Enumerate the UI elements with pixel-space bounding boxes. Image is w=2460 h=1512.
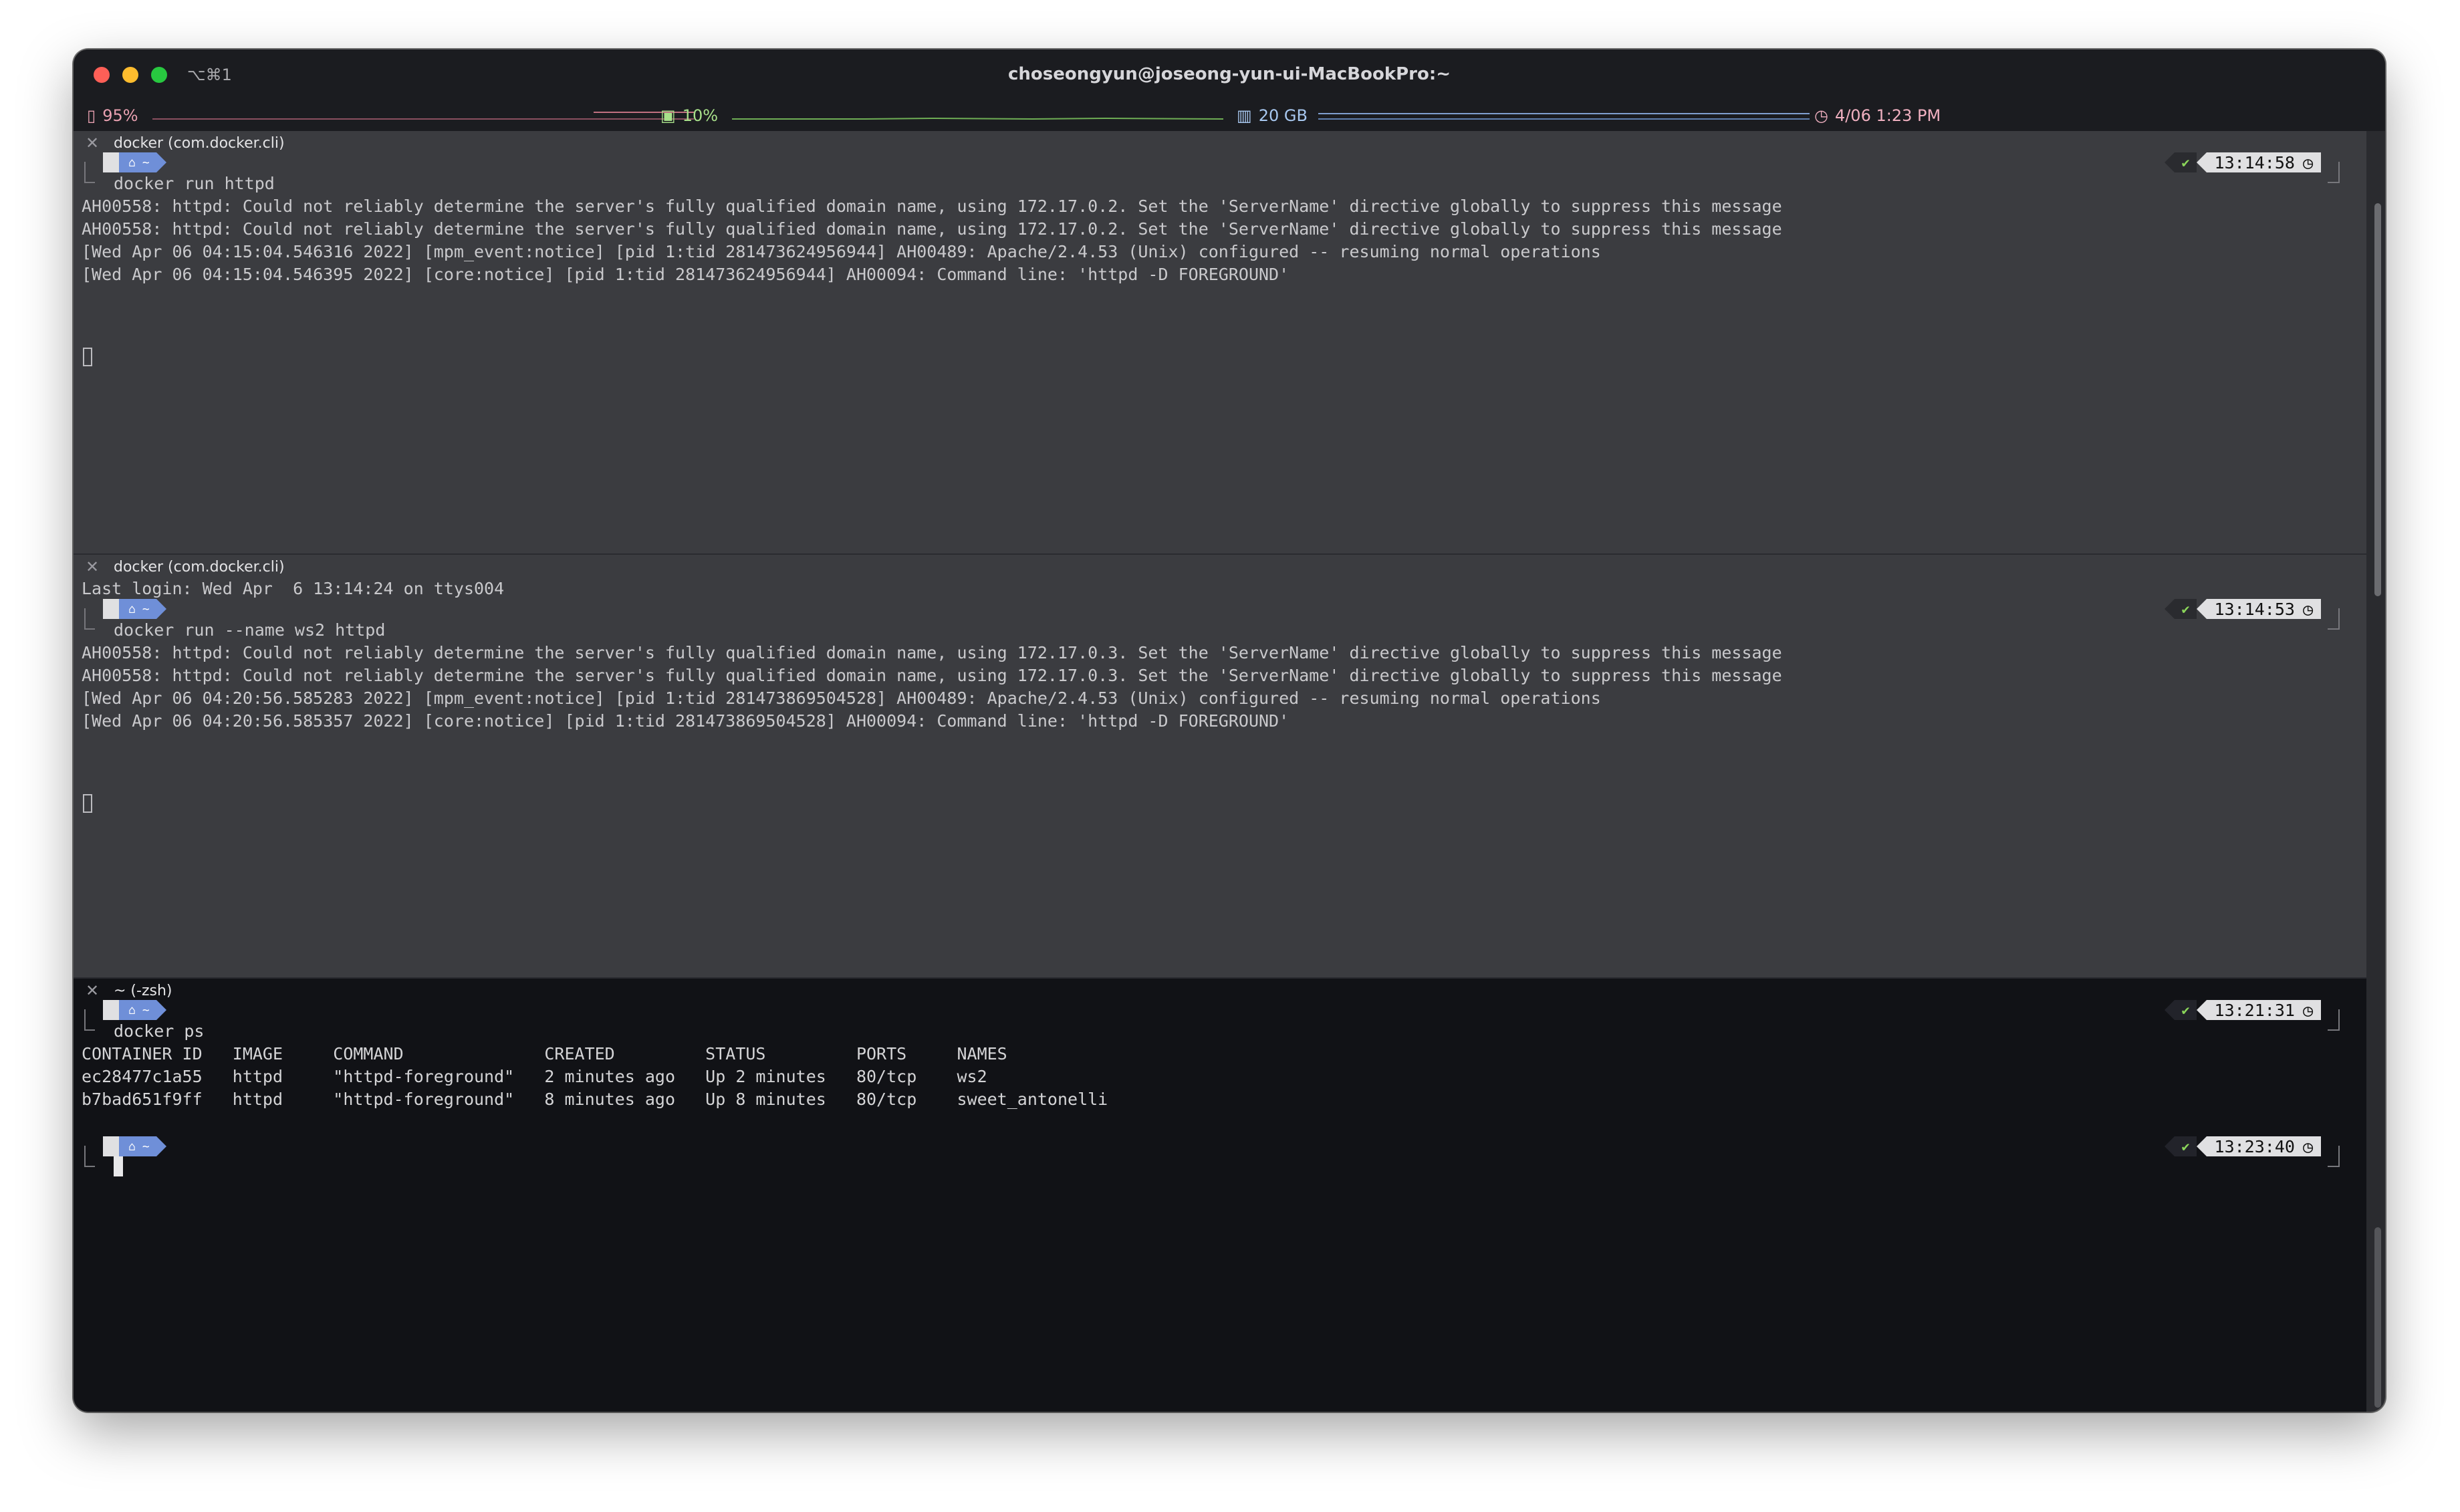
memory-value: 20 GB [1258,106,1308,125]
pane-2[interactable]: ✕ docker (com.docker.cli) ··· Last login… [74,555,2366,977]
clock-icon: ◷ [2302,1136,2313,1156]
prompt-segment: ⌂ ~ [103,599,166,619]
apple-icon [103,1000,119,1020]
terminal-window: ⌥⌘1 choseongyun@joseong-yun-ui-MacBookPr… [74,49,2385,1412]
clock-icon: ◷ [2302,599,2313,619]
right-prompt: ✔ 13:21:31 ◷ [2165,1000,2321,1020]
table-row: b7bad651f9ff httpd "httpd-foreground" 8 … [82,1090,1108,1109]
close-pane-icon[interactable]: ✕ [86,557,99,576]
clock-icon: ◷ [2302,1000,2313,1020]
right-prompt: ✔ 13:14:58 ◷ [2165,152,2321,172]
table-header-row: CONTAINER ID IMAGE COMMAND CREATED STATU… [82,1044,1007,1063]
success-check-icon: ✔ [2175,599,2197,619]
memory-status: ▥ 20 GB [1237,106,1308,126]
memory-graph [1318,113,1810,120]
output-line: AH00558: httpd: Could not reliably deter… [82,643,1782,662]
output-line: [Wed Apr 06 04:15:04.546316 2022] [mpm_e… [82,242,1601,261]
terminal-cursor [83,794,92,813]
close-pane-icon[interactable]: ✕ [86,981,99,1000]
segment-arrow [156,1000,166,1020]
cpu-status: ▣ 10% [660,106,718,126]
dir-label: ~ [142,155,150,170]
apple-icon [103,152,119,172]
pane-3-scrollbar[interactable] [2374,1227,2381,1408]
table-row: ec28477c1a55 httpd "httpd-foreground" 2 … [82,1067,987,1086]
home-dir-segment: ⌂ ~ [119,1136,156,1156]
prompt-bracket [84,1009,95,1031]
prompt-time: 13:14:53 ◷ [2206,599,2321,619]
prompt-time: 13:14:58 ◷ [2206,152,2321,172]
prompt-bracket [84,608,95,630]
output-line: AH00558: httpd: Could not reliably deter… [82,219,1782,239]
success-check-icon: ✔ [2175,152,2197,172]
output-line: [Wed Apr 06 04:20:56.585357 2022] [core:… [82,711,1289,731]
home-icon: ⌂ [128,602,136,616]
pane-title: docker (com.docker.cli) [114,559,285,576]
prompt-segment: ⌂ ~ [103,1136,166,1156]
right-prompt: ✔ 13:23:40 ◷ [2165,1136,2321,1156]
datetime-status: ◷ 4/06 1:23 PM [1814,106,1941,126]
pane-header: ✕ ~ (-zsh) ··· [74,979,2366,1003]
pane-3[interactable]: ✕ ~ (-zsh) ··· ⌂ ~ ✔ 13:21:31 ◷ docker p… [74,979,2366,1412]
command-line: docker run httpd [114,174,275,193]
battery-graph [152,112,694,120]
output-line: [Wed Apr 06 04:15:04.546395 2022] [core:… [82,265,1289,284]
home-dir-segment: ⌂ ~ [119,599,156,619]
pane-1-scrollbar[interactable] [2374,203,2381,596]
last-login-line: Last login: Wed Apr 6 13:14:24 on ttys00… [82,579,505,598]
prompt-bracket [84,162,95,183]
memory-icon: ▥ [1237,106,1252,125]
success-check-icon: ✔ [2175,1000,2197,1020]
apple-icon [103,599,119,619]
cpu-graph [732,117,1223,120]
title-bar: ⌥⌘1 choseongyun@joseong-yun-ui-MacBookPr… [74,49,2385,131]
dir-label: ~ [142,1139,150,1154]
close-pane-icon[interactable]: ✕ [86,134,99,152]
prompt-bracket [84,1146,95,1167]
battery-icon: ▯ [87,106,96,125]
window-title: choseongyun@joseong-yun-ui-MacBookPro:~ [1007,64,1451,84]
clock-icon: ◷ [2302,152,2313,172]
home-icon: ⌂ [128,1003,136,1017]
battery-value: 95% [102,106,138,125]
pane-header: ✕ docker (com.docker.cli) ··· [74,131,2366,155]
home-dir-segment: ⌂ ~ [119,152,156,172]
output-line: AH00558: httpd: Could not reliably deter… [82,666,1782,685]
output-line: [Wed Apr 06 04:20:56.585283 2022] [mpm_e… [82,688,1601,708]
output-line: AH00558: httpd: Could not reliably deter… [82,197,1782,216]
home-icon: ⌂ [128,155,136,170]
terminal-cursor [114,1156,123,1176]
command-line: docker run --name ws2 httpd [114,620,386,640]
prompt-segment: ⌂ ~ [103,1000,166,1020]
pane-title: ~ (-zsh) [114,983,172,999]
success-check-icon: ✔ [2175,1136,2197,1156]
prompt-time: 13:21:31 ◷ [2206,1000,2321,1020]
segment-arrow [156,1136,166,1156]
home-icon: ⌂ [128,1139,136,1154]
command-line: docker ps [114,1021,205,1041]
segment-arrow [156,152,166,172]
right-prompt: ✔ 13:14:53 ◷ [2165,599,2321,619]
terminal-cursor [83,348,92,366]
home-dir-segment: ⌂ ~ [119,1000,156,1020]
apple-icon [103,1136,119,1156]
prompt-segment: ⌂ ~ [103,152,166,172]
datetime-value: 4/06 1:23 PM [1834,106,1941,125]
cpu-value: 10% [682,106,719,125]
prompt-time: 13:23:40 ◷ [2206,1136,2321,1156]
pane-header: ✕ docker (com.docker.cli) ··· [74,555,2366,579]
cpu-icon: ▣ [660,106,676,125]
dir-label: ~ [142,602,150,616]
clock-icon: ◷ [1814,106,1828,125]
pane-title: docker (com.docker.cli) [114,135,285,152]
pane-1[interactable]: ✕ docker (com.docker.cli) ··· ⌂ ~ ✔ 13:1… [74,131,2366,553]
battery-status: ▯ 95% [87,106,138,126]
segment-arrow [156,599,166,619]
dir-label: ~ [142,1003,150,1017]
